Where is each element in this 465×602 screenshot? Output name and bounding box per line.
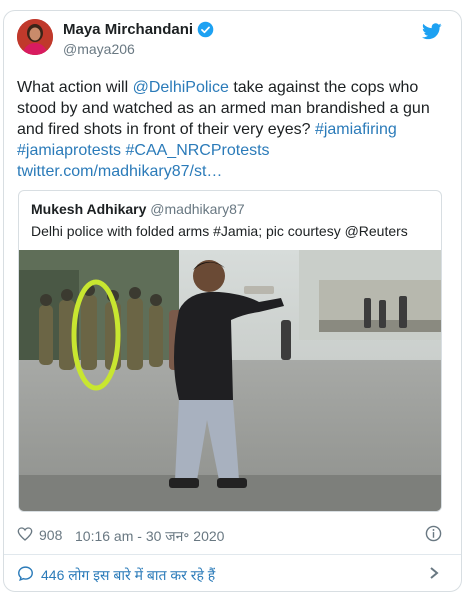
quoted-photo[interactable] bbox=[19, 250, 442, 512]
replies-label[interactable]: 446 लोग इस बारे में बात कर रहे हैं bbox=[41, 566, 215, 585]
info-icon[interactable] bbox=[425, 525, 442, 542]
verified-badge-icon bbox=[197, 21, 214, 38]
hashtag-link[interactable]: #jamiafiring bbox=[315, 121, 397, 138]
hashtag-link[interactable]: #CAA_NRCProtests bbox=[126, 142, 270, 159]
tweet-text-part: What action will bbox=[17, 79, 133, 96]
divider bbox=[4, 554, 461, 555]
twitter-bird-icon[interactable] bbox=[422, 23, 442, 40]
quoted-tweet[interactable]: Mukesh Adhikary @madhikary87 Delhi polic… bbox=[18, 190, 442, 512]
author-handle[interactable]: @maya206 bbox=[63, 41, 135, 57]
quoted-header: Mukesh Adhikary @madhikary87 bbox=[31, 201, 245, 217]
tweet-text: What action will @DelhiPolice take again… bbox=[17, 77, 447, 182]
quoted-text: Delhi police with folded arms #Jamia; pi… bbox=[31, 223, 408, 239]
timestamp[interactable]: 10:16 am - 30 जन॰ 2020 bbox=[75, 527, 224, 546]
heart-icon[interactable] bbox=[17, 526, 33, 542]
author-name[interactable]: Maya Mirchandani bbox=[63, 21, 193, 38]
tweet-footer: 908 10:16 am - 30 जन॰ 2020 bbox=[17, 525, 442, 545]
mention-link[interactable]: @DelhiPolice bbox=[133, 79, 229, 96]
tweet-header: Maya Mirchandani @maya206 bbox=[17, 19, 442, 67]
hashtag-link[interactable]: #jamiaprotests bbox=[17, 142, 121, 159]
chevron-right-icon[interactable] bbox=[428, 566, 440, 580]
quoted-author-name: Mukesh Adhikary bbox=[31, 201, 147, 217]
quoted-author-handle: @madhikary87 bbox=[150, 201, 245, 217]
replies-row[interactable]: 446 लोग इस बारे में बात कर रहे हैं bbox=[17, 563, 442, 585]
quoted-tweet-link[interactable]: twitter.com/madhikary87/st… bbox=[17, 163, 222, 180]
speech-bubble-icon bbox=[18, 566, 33, 582]
avatar[interactable] bbox=[17, 19, 53, 55]
like-count[interactable]: 908 bbox=[39, 527, 62, 543]
